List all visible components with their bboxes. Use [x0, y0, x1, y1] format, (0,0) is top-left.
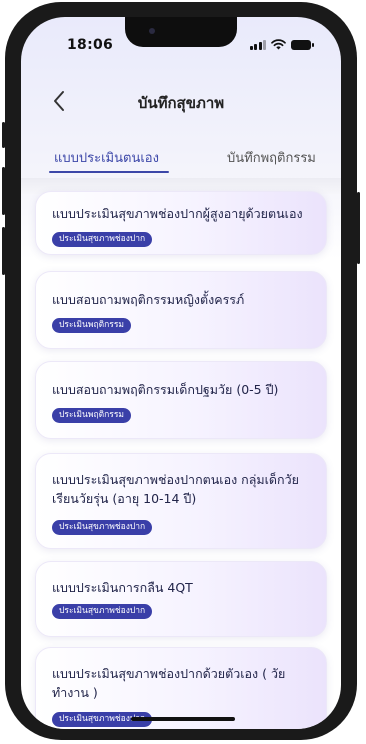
card-title: แบบสอบถามพฤติกรรมเด็กปฐมวัย (0-5 ปี) [52, 382, 279, 397]
home-indicator[interactable] [131, 717, 235, 721]
tab-behavior-log[interactable]: บันทึกพฤติกรรม [227, 147, 316, 168]
volume-up-button [2, 167, 5, 215]
power-button [357, 192, 360, 264]
status-bar: 18:06 [21, 17, 341, 67]
tab-bar: แบบประเมินตนเอง บันทึกพฤติกรรม [21, 135, 341, 179]
assessment-card[interactable]: แบบสอบถามพฤติกรรมหญิงตั้งครรภ์ ประเมินพฤ… [35, 271, 327, 349]
assessment-card[interactable]: แบบประเมินสุขภาพช่องปากตนเอง กลุ่มเด็กวั… [35, 453, 327, 549]
page-title: บันทึกสุขภาพ [137, 94, 225, 112]
screen: 18:06 บันทึกสุขภาพ แบบประเมินตนเอง บันทึ… [21, 17, 341, 729]
assessment-card[interactable]: แบบสอบถามพฤติกรรมเด็กปฐมวัย (0-5 ปี) ประ… [35, 361, 327, 439]
category-badge: ประเมินพฤติกรรม [52, 408, 131, 423]
tab-active-indicator [49, 171, 169, 173]
header: บันทึกสุขภาพ [21, 81, 341, 121]
category-badge: ประเมินพฤติกรรม [52, 318, 131, 333]
assessment-card[interactable]: แบบประเมินสุขภาพช่องปากผู้สูงอายุด้วยตนเ… [35, 191, 327, 255]
card-title: แบบสอบถามพฤติกรรมหญิงตั้งครรภ์ [52, 292, 245, 307]
status-icons [249, 39, 314, 50]
card-title: แบบประเมินการกลืน 4QT [52, 580, 193, 595]
card-title: แบบประเมินสุขภาพช่องปากตนเอง กลุ่มเด็กวั… [52, 472, 299, 506]
volume-down-button [2, 227, 5, 275]
wifi-icon [271, 39, 286, 50]
category-badge: ประเมินสุขภาพช่องปาก [52, 520, 153, 535]
phone-frame: 18:06 บันทึกสุขภาพ แบบประเมินตนเอง บันทึ… [2, 2, 360, 740]
tab-self-assessment[interactable]: แบบประเมินตนเอง [54, 147, 159, 168]
category-badge: ประเมินสุขภาพช่องปาก [52, 232, 153, 247]
camera-icon [149, 28, 155, 34]
status-time: 18:06 [67, 37, 114, 53]
category-badge: ประเมินสุขภาพช่องปาก [52, 604, 153, 619]
battery-icon [291, 40, 314, 50]
card-title: แบบประเมินสุขภาพช่องปากผู้สูงอายุด้วยตนเ… [52, 206, 303, 221]
dynamic-island [125, 17, 237, 47]
assessment-card[interactable]: แบบประเมินการกลืน 4QT ประเมินสุขภาพช่องป… [35, 561, 327, 637]
card-title: แบบประเมินสุขภาพช่องปากด้วยตัวเอง ( วัยท… [52, 666, 286, 700]
mute-switch [2, 122, 5, 148]
signal-icon [249, 40, 266, 50]
